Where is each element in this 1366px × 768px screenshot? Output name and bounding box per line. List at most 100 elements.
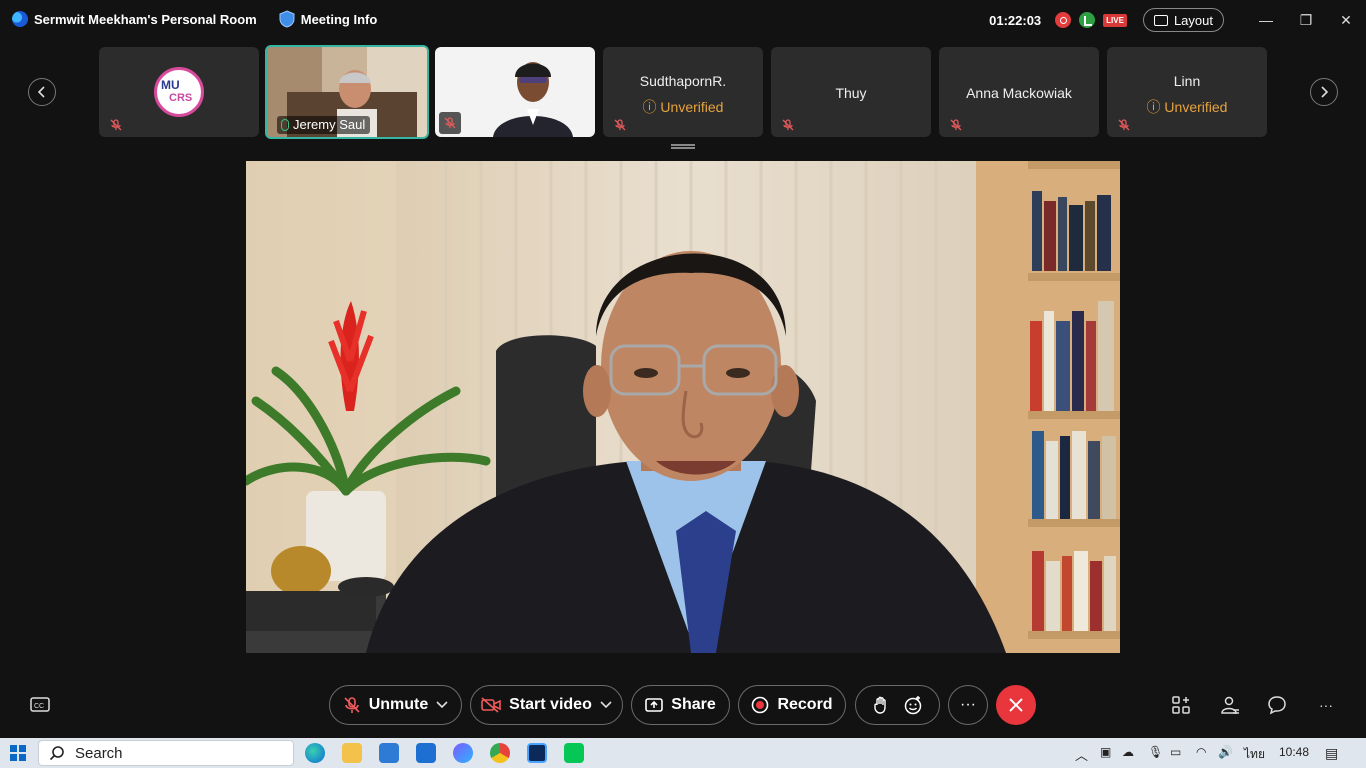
chat-button[interactable]	[1266, 694, 1288, 716]
leave-meeting-button[interactable]	[996, 685, 1036, 725]
webex-taskbar-icon[interactable]	[527, 743, 547, 763]
logo-text-crs: CRS	[169, 92, 193, 104]
mucrs-logo: MU CRS	[154, 67, 204, 117]
taskbar-search-input[interactable]: Search	[38, 740, 294, 766]
captions-button[interactable]: CC	[29, 694, 51, 716]
file-explorer-icon[interactable]	[342, 743, 362, 763]
chevron-down-icon[interactable]	[600, 701, 612, 709]
layout-icon	[1153, 14, 1168, 26]
speaker-video-frame	[246, 161, 1120, 653]
webex-logo-icon	[12, 11, 28, 27]
raise-hand-icon[interactable]	[873, 696, 889, 714]
reactions-group	[855, 685, 940, 725]
next-participants-button[interactable]	[1310, 78, 1338, 106]
close-window-button[interactable]: ✕	[1326, 7, 1366, 33]
title-right: 01:22:03 LIVE Layout — ❐ ✕	[989, 7, 1366, 33]
windows-start-icon[interactable]	[10, 745, 26, 761]
resize-handle[interactable]	[671, 144, 695, 149]
more-panels-button[interactable]: ···	[1315, 694, 1337, 716]
share-button[interactable]: Share	[631, 685, 730, 725]
participant-tile-linn[interactable]: Linn ⓘ Unverified	[1107, 47, 1267, 137]
mic-muted-icon	[950, 119, 962, 131]
meeting-info-button[interactable]: Meeting Info	[301, 12, 378, 27]
close-icon	[1009, 698, 1023, 712]
unverified-icon: ⓘ	[642, 99, 657, 115]
start-video-label: Start video	[509, 696, 592, 713]
participant-tile-jeremy-saul[interactable]: Jeremy Saul	[265, 45, 429, 139]
live-badge[interactable]: LIVE	[1103, 13, 1127, 27]
participant-name-tag: Jeremy Saul	[277, 116, 371, 134]
notifications-icon[interactable]: ▤	[1325, 745, 1338, 762]
line-app-icon[interactable]	[564, 743, 584, 763]
emoji-reaction-icon[interactable]	[903, 695, 923, 715]
mic-off-icon	[344, 697, 360, 713]
participant-tile-mucrs[interactable]: MU CRS	[99, 47, 259, 137]
participant-name: SudthapornR.	[639, 73, 727, 89]
copilot-icon[interactable]	[453, 743, 473, 763]
more-panels-icon: ···	[1319, 697, 1333, 713]
start-video-button[interactable]: Start video	[470, 685, 623, 725]
unmute-label: Unmute	[368, 696, 429, 713]
volume-icon[interactable]: 🔊	[1218, 745, 1233, 759]
title-bar: Sermwit Meekham's Personal Room Meeting …	[0, 0, 1366, 40]
microphone-tray-icon[interactable]: 🎙	[1148, 745, 1163, 759]
mail-icon[interactable]	[416, 743, 436, 763]
active-speaker-video	[246, 161, 1120, 653]
participant-name: Anna Mackowiak	[966, 85, 1072, 101]
network-health-icon[interactable]	[1079, 12, 1096, 28]
participants-icon	[1221, 696, 1239, 714]
participant-tile-sudthapornr[interactable]: SudthapornR. ⓘ Unverified	[603, 47, 763, 137]
mic-muted-icon	[1118, 119, 1130, 131]
restore-button[interactable]: ❐	[1286, 7, 1326, 33]
more-options-icon: ···	[960, 696, 976, 713]
record-icon	[752, 696, 769, 714]
meeting-timer: 01:22:03	[989, 12, 1042, 28]
participant-tile-thuy[interactable]: Thuy	[771, 47, 931, 137]
recording-indicator-icon[interactable]	[1055, 12, 1072, 28]
closed-captions-icon: CC	[30, 697, 50, 712]
apps-icon	[1172, 696, 1190, 714]
chevron-down-icon[interactable]	[436, 701, 448, 709]
participant-name: Jeremy Saul	[293, 117, 366, 132]
unverified-label: Unverified	[1164, 99, 1228, 115]
record-button[interactable]: Record	[738, 685, 846, 725]
wifi-icon[interactable]: ◠	[1196, 745, 1206, 759]
layout-button[interactable]: Layout	[1142, 8, 1224, 32]
mic-muted-icon	[614, 119, 626, 131]
microsoft-store-icon[interactable]	[379, 743, 399, 763]
more-options-button[interactable]: ···	[948, 685, 988, 725]
participant-tile-video[interactable]	[435, 47, 595, 137]
clock-time[interactable]: 10:48	[1279, 745, 1309, 759]
chevron-left-icon	[37, 86, 45, 98]
input-language[interactable]: ไทย	[1244, 745, 1265, 764]
room-name: Sermwit Meekham's Personal Room	[34, 11, 257, 27]
unverified-label: Unverified	[660, 99, 724, 115]
share-screen-icon	[645, 698, 664, 712]
participant-name: Thuy	[835, 85, 867, 101]
minimize-button[interactable]: —	[1246, 7, 1286, 33]
previous-participants-button[interactable]	[28, 78, 56, 106]
video-off-icon	[481, 697, 501, 713]
battery-icon[interactable]: ▭	[1170, 745, 1181, 759]
participants-button[interactable]	[1219, 694, 1241, 716]
windows-taskbar: Search ︿ ▣ ☁ 🎙 ▭ ◠ 🔊 ไทย 10:48 ▤	[0, 738, 1366, 768]
share-label: Share	[671, 696, 716, 713]
mic-muted-icon	[782, 119, 794, 131]
tray-chevron-up-icon[interactable]: ︿	[1075, 745, 1088, 764]
shield-icon[interactable]	[279, 10, 295, 28]
onedrive-icon[interactable]: ☁	[1122, 745, 1134, 759]
apps-button[interactable]	[1170, 694, 1192, 716]
unmute-button[interactable]: Unmute	[329, 685, 462, 725]
unverified-status: ⓘ Unverified	[1107, 97, 1267, 117]
title-left: Sermwit Meekham's Personal Room Meeting …	[12, 10, 377, 28]
tray-app-icon[interactable]: ▣	[1100, 745, 1111, 759]
search-icon	[49, 746, 64, 761]
mic-muted-icon	[439, 112, 461, 134]
record-label: Record	[777, 696, 833, 713]
chat-icon	[1268, 696, 1286, 715]
edge-icon[interactable]	[305, 743, 325, 763]
chevron-right-icon	[1321, 86, 1329, 98]
unverified-icon: ⓘ	[1146, 99, 1161, 115]
chrome-icon[interactable]	[490, 743, 510, 763]
participant-tile-anna-mackowiak[interactable]: Anna Mackowiak	[939, 47, 1099, 137]
